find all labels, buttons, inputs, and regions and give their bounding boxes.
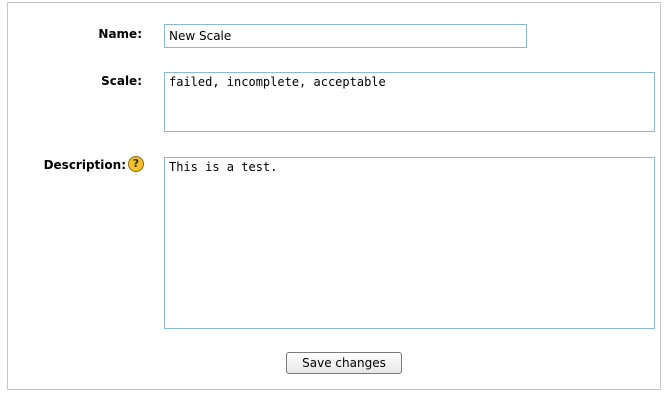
- name-label: Name:: [98, 27, 142, 41]
- help-icon[interactable]: ?: [128, 156, 144, 172]
- description-label: Description:: [43, 158, 126, 172]
- save-changes-button[interactable]: Save changes: [286, 352, 402, 374]
- scale-textarea[interactable]: failed, incomplete, acceptable: [164, 72, 655, 132]
- name-input[interactable]: [164, 24, 527, 48]
- scale-label: Scale:: [101, 74, 142, 88]
- description-textarea[interactable]: This is a test.: [164, 157, 655, 329]
